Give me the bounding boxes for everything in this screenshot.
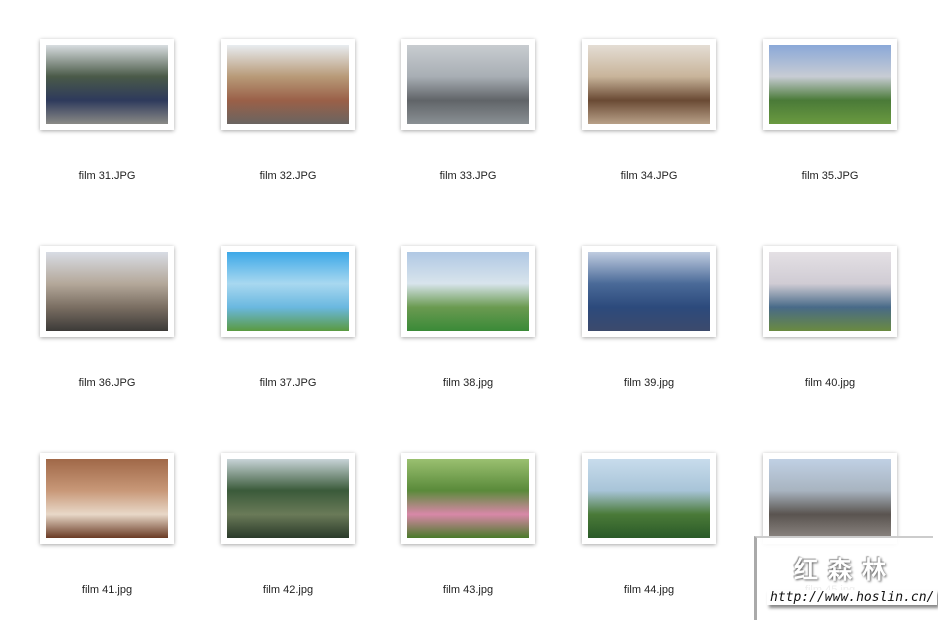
file-name[interactable]: film 43.jpg: [388, 584, 548, 596]
file-name[interactable]: film 42.jpg: [208, 584, 368, 596]
thumbnail[interactable]: [40, 246, 174, 337]
photo-image: [769, 459, 891, 538]
thumbnail[interactable]: [221, 39, 355, 130]
file-item[interactable]: film 32.JPG: [208, 39, 368, 229]
photo-image: [588, 45, 710, 124]
thumbnail[interactable]: [763, 39, 897, 130]
photo-image: [227, 252, 349, 331]
thumbnail[interactable]: [221, 453, 355, 544]
thumbnail[interactable]: [763, 246, 897, 337]
file-item[interactable]: film 40.jpg: [750, 246, 910, 436]
thumbnail[interactable]: [582, 246, 716, 337]
photo-image: [588, 252, 710, 331]
file-name[interactable]: film 40.jpg: [750, 377, 910, 389]
file-item[interactable]: film 36.JPG: [27, 246, 187, 436]
file-name[interactable]: film 36.JPG: [27, 377, 187, 389]
file-name[interactable]: film 39.jpg: [569, 377, 729, 389]
file-item[interactable]: film 44.jpg: [569, 453, 729, 643]
photo-image: [227, 459, 349, 538]
file-item[interactable]: film 39.jpg: [569, 246, 729, 436]
file-name[interactable]: film 44.jpg: [569, 584, 729, 596]
file-name[interactable]: film 34.JPG: [569, 170, 729, 182]
file-name[interactable]: film 31.JPG: [27, 170, 187, 182]
photo-image: [46, 459, 168, 538]
photo-image: [769, 45, 891, 124]
watermark: 红森林 http://www.hoslin.cn/: [754, 536, 938, 620]
photo-image: [407, 252, 529, 331]
photo-image: [227, 45, 349, 124]
file-item[interactable]: film 43.jpg: [388, 453, 548, 643]
watermark-title: 红森林: [794, 557, 896, 584]
file-item[interactable]: film 42.jpg: [208, 453, 368, 643]
file-item[interactable]: film 41.jpg: [27, 453, 187, 643]
thumbnail[interactable]: [401, 453, 535, 544]
file-item[interactable]: film 31.JPG: [27, 39, 187, 229]
thumbnail[interactable]: [582, 453, 716, 544]
file-item[interactable]: film 35.JPG: [750, 39, 910, 229]
thumbnail[interactable]: [221, 246, 355, 337]
photo-image: [588, 459, 710, 538]
file-name[interactable]: film 33.JPG: [388, 170, 548, 182]
thumbnail[interactable]: [582, 39, 716, 130]
thumbnail[interactable]: [40, 39, 174, 130]
file-name[interactable]: film 41.jpg: [27, 584, 187, 596]
file-name[interactable]: film 32.JPG: [208, 170, 368, 182]
watermark-url: http://www.hoslin.cn/: [767, 590, 938, 605]
file-item[interactable]: film 37.JPG: [208, 246, 368, 436]
file-name[interactable]: film 37.JPG: [208, 377, 368, 389]
thumbnail[interactable]: [40, 453, 174, 544]
photo-image: [46, 252, 168, 331]
photo-image: [407, 45, 529, 124]
photo-image: [769, 252, 891, 331]
photo-image: [407, 459, 529, 538]
photo-image: [46, 45, 168, 124]
file-item[interactable]: film 38.jpg: [388, 246, 548, 436]
file-name[interactable]: film 35.JPG: [750, 170, 910, 182]
file-name[interactable]: film 38.jpg: [388, 377, 548, 389]
thumbnail[interactable]: [401, 39, 535, 130]
file-item[interactable]: film 33.JPG: [388, 39, 548, 229]
file-item[interactable]: film 34.JPG: [569, 39, 729, 229]
thumbnail[interactable]: [763, 453, 897, 544]
thumbnail[interactable]: [401, 246, 535, 337]
